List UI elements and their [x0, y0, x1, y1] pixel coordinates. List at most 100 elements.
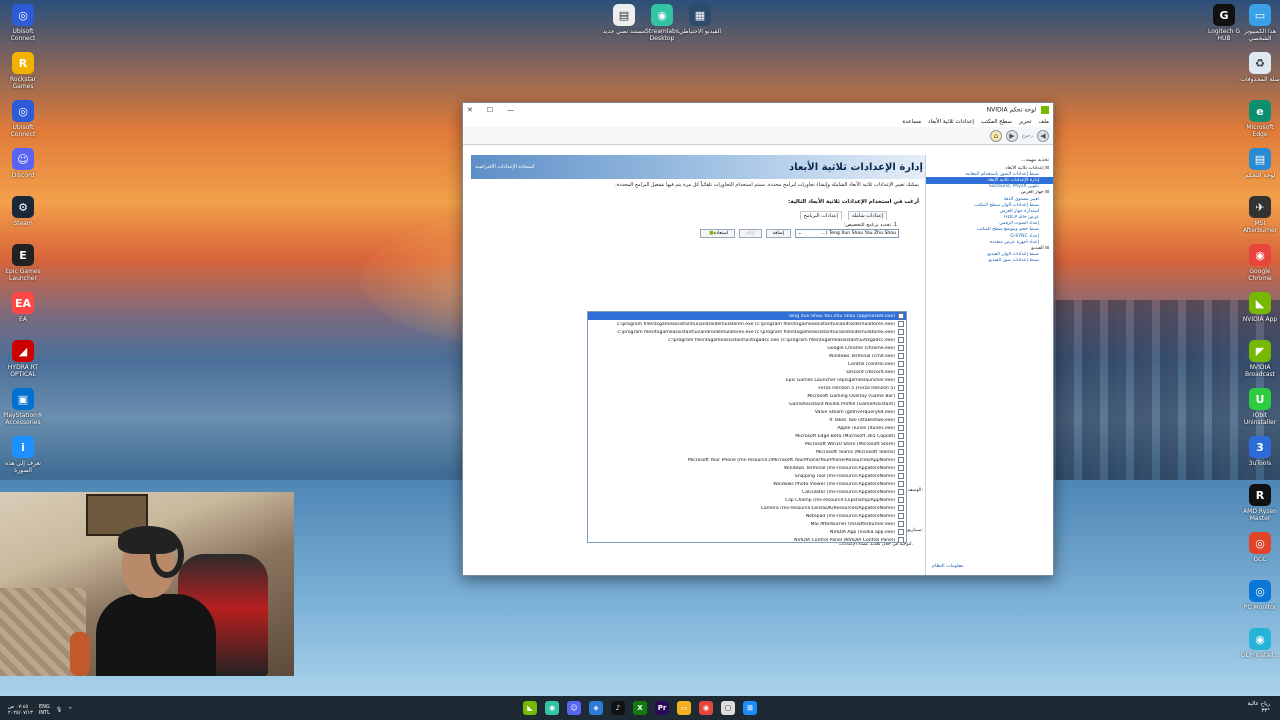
- language-indicator[interactable]: ENG INTL: [39, 704, 50, 716]
- clock[interactable]: ٠٧:٤٥ ص ٢٠٢٥/٠٧/١٣: [8, 704, 33, 716]
- desktop-shortcut[interactable]: ◢ HYDRA RT OPTICAL: [1, 340, 45, 378]
- restore-button[interactable]: ■ استعادة: [700, 229, 736, 238]
- program-list-item[interactable]: NVIDIA App (nvidia app.exe): [588, 528, 906, 536]
- menu-item[interactable]: سطح المكتب: [981, 119, 1012, 125]
- xbox-taskbar-icon[interactable]: X: [633, 701, 647, 715]
- program-list-item[interactable]: NVIDIA Control Panel (NVIDIA Control Pan…: [588, 536, 906, 542]
- forward-icon[interactable]: ▶: [1005, 129, 1018, 142]
- desktop-shortcut[interactable]: e Microsoft Edge: [1238, 100, 1280, 138]
- program-list-item[interactable]: Snipping Tool (ms-resource:AppStoreName): [588, 472, 906, 480]
- window-taskbar-icon[interactable]: ▢: [721, 701, 735, 715]
- desktop-shortcut[interactable]: ◎ PC Monitor: [1238, 580, 1280, 611]
- afterburner-icon: ✈: [1249, 196, 1271, 218]
- menu-item[interactable]: مساعدة: [903, 119, 922, 125]
- desktop-shortcut[interactable]: i تعرف إلى هذه الصورة: [1, 436, 45, 474]
- program-list-item[interactable]: Microsoft Edge Beta (Microsoft 365 Copil…: [588, 432, 906, 440]
- program-list-item[interactable]: Teng Xun Shou You Zhu Shou (appmarket.ex…: [588, 312, 906, 320]
- program-list-item[interactable]: Microsoft Teams (Microsoft Teams): [588, 448, 906, 456]
- program-list-item[interactable]: Control (control.exe): [588, 360, 906, 368]
- program-list-item[interactable]: Forza Horizon 5 (Forza Horizon 5): [588, 384, 906, 392]
- program-select[interactable]: Teng Xun Shou You Zhu Shou (... ⌄: [795, 229, 899, 238]
- tab-program-settings[interactable]: إعدادات البرنامج: [799, 211, 842, 220]
- streamlabs-taskbar-icon[interactable]: ◉: [545, 701, 559, 715]
- program-list-item[interactable]: It Takes Two (ittakestwo.exe): [588, 416, 906, 424]
- close-icon[interactable]: ✕: [467, 106, 473, 114]
- task-pane-header: تحديد مهمة...: [1020, 157, 1049, 163]
- tree-link[interactable]: ضبط إعدادات صور الفيديو: [926, 258, 1053, 264]
- program-list-item[interactable]: MSI Afterburner (msiafterburner.exe): [588, 520, 906, 528]
- microphone-icon[interactable]: 🎙: [56, 707, 62, 713]
- program-name: Teng Xun Shou You Zhu Shou (appmarket.ex…: [788, 313, 895, 319]
- program-list-item[interactable]: Windows Terminal (cmd.exe): [588, 352, 906, 360]
- desktop-shortcut[interactable]: ✈ MSI Afterburner: [1238, 196, 1280, 234]
- restore-defaults-link[interactable]: استعادة الإعدادات الافتراضية: [475, 164, 534, 170]
- program-list-item[interactable]: Valve Steam (gldriverquery64.exe): [588, 408, 906, 416]
- program-list-item[interactable]: Apple iTunes (itunes.exe): [588, 424, 906, 432]
- desktop-shortcut[interactable]: ◉ GLP_install...: [1238, 628, 1280, 659]
- program-list-item[interactable]: GameAssistant Nvidia Profile (GameAssist…: [588, 400, 906, 408]
- tiktok-taskbar-icon[interactable]: ♪: [611, 701, 625, 715]
- start-icon[interactable]: ⊞: [743, 701, 757, 715]
- desktop-shortcut[interactable]: ⚙ Steam: [1, 196, 45, 227]
- desktop-shortcut[interactable]: ▣ PlayStation® Accessories: [1, 388, 45, 426]
- maximize-icon[interactable]: ☐: [487, 106, 493, 114]
- program-list-item[interactable]: Discord (discord.exe): [588, 368, 906, 376]
- chrome-taskbar-icon[interactable]: ◉: [699, 701, 713, 715]
- desktop-shortcut[interactable]: R AMD Ryzen Master: [1238, 484, 1280, 522]
- file-explorer-taskbar-icon[interactable]: ▭: [677, 701, 691, 715]
- desktop-shortcut[interactable]: ♻ سلة المحذوفات: [1238, 52, 1280, 83]
- minimize-icon[interactable]: —: [507, 106, 514, 114]
- premiere-taskbar-icon[interactable]: Pr: [655, 701, 669, 715]
- program-list-item[interactable]: c:\program files\txgameassistant\ui\txga…: [588, 336, 906, 344]
- program-icon: [898, 537, 904, 542]
- program-list-item[interactable]: Clip Champ (ms-resource:Clipchamp/AppNam…: [588, 496, 906, 504]
- desktop-shortcut[interactable]: EA EA: [1, 292, 45, 323]
- home-icon[interactable]: ⌂: [989, 129, 1002, 142]
- desktop-shortcut[interactable]: ◎ GCC: [1238, 532, 1280, 563]
- back-icon[interactable]: ◀: [1037, 129, 1049, 142]
- program-list-item[interactable]: Windows Photo Viewer (ms-resource:AppSto…: [588, 480, 906, 488]
- desktop-shortcut[interactable]: 3 3uTools: [1238, 436, 1280, 467]
- nvidia-taskbar-icon[interactable]: ◣: [523, 701, 537, 715]
- desktop-shortcut[interactable]: R Rockstar Games: [1, 52, 45, 90]
- program-list-item[interactable]: c:\program files\txgameassistant\ui\andr…: [588, 320, 906, 328]
- program-dropdown-list[interactable]: Teng Xun Shou You Zhu Shou (appmarket.ex…: [587, 311, 907, 543]
- program-list-item[interactable]: Microsoft Gaming Overlay (Game Bar): [588, 392, 906, 400]
- tab-global-settings[interactable]: إعدادات شاملة: [847, 211, 887, 220]
- program-list-item[interactable]: Calculator (ms-resource:AppStoreName): [588, 488, 906, 496]
- vpn-taskbar-icon[interactable]: ◈: [589, 701, 603, 715]
- system-info-link[interactable]: معلومات النظام: [932, 564, 964, 569]
- program-list-item[interactable]: Camera (ms-resource:LensSDK/Resources/Ap…: [588, 504, 906, 512]
- program-list-item[interactable]: c:\program files\txgameassistant\ui\andr…: [588, 328, 906, 336]
- desktop-shortcut[interactable]: ▤ لوحة التحكم: [1238, 148, 1280, 179]
- desktop-shortcut[interactable]: ▦ الفيديو الاحتياطي: [678, 4, 722, 35]
- menu-item[interactable]: ملف: [1039, 119, 1049, 125]
- chevron-up-icon[interactable]: ^: [68, 707, 72, 713]
- program-icon: [898, 425, 904, 431]
- desktop-shortcut[interactable]: U IObit Uninstaller: [1238, 388, 1280, 426]
- desktop-shortcut[interactable]: ☺ Discord: [1, 148, 45, 179]
- program-list-item[interactable]: Google Chrome (chrome.exe): [588, 344, 906, 352]
- program-name: Snipping Tool (ms-resource:AppStoreName): [794, 473, 895, 479]
- menu-item[interactable]: إعدادات ثلاثية الأبعاد: [928, 119, 974, 125]
- desktop-shortcut[interactable]: ◎ Ubisoft Connect: [1, 4, 45, 42]
- program-list-item[interactable]: Notepad (ms-resource:AppStoreName): [588, 512, 906, 520]
- add-button[interactable]: إضافة: [765, 229, 791, 238]
- remove-button[interactable]: إزالة: [739, 229, 762, 238]
- program-list-item[interactable]: Epic Games Launcher (epicgameslauncher.e…: [588, 376, 906, 384]
- weather-widget[interactable]: رياح عالية ٣٣°: [1248, 701, 1270, 715]
- discord-taskbar-icon[interactable]: ☺: [567, 701, 581, 715]
- desktop-shortcut[interactable]: ◤ NVIDIA Broadcast: [1238, 340, 1280, 378]
- desktop-shortcut[interactable]: G Logitech G HUB: [1202, 4, 1246, 42]
- program-list-item[interactable]: Windows Terminal (ms-resource:AppStoreNa…: [588, 464, 906, 472]
- menu-item[interactable]: تحرير: [1019, 119, 1032, 125]
- desktop-shortcut[interactable]: E Epic Games Launcher: [1, 244, 45, 282]
- program-list-item[interactable]: Microsoft Win10 Store (Microsoft Store): [588, 440, 906, 448]
- program-name: Windows Photo Viewer (ms-resource:AppSto…: [773, 481, 895, 487]
- program-list-item[interactable]: Microsoft Your Phone (ms-resource://Micr…: [588, 456, 906, 464]
- desktop-shortcut[interactable]: ◉ Google Chrome: [1238, 244, 1280, 282]
- desktop-shortcut-label: Ubisoft Connect: [10, 28, 36, 42]
- headphones-icon: [150, 532, 184, 578]
- desktop-shortcut[interactable]: ◣ NVIDIA App: [1238, 292, 1280, 323]
- desktop-shortcut[interactable]: ◎ Ubisoft Connect: [1, 100, 45, 138]
